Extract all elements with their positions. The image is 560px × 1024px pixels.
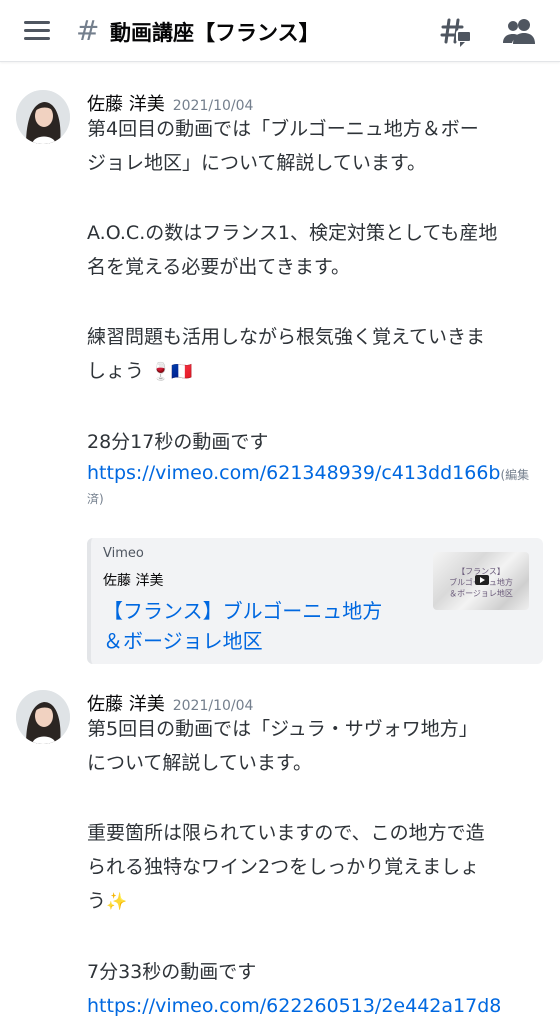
link-embed: Vimeo 佐藤 洋美 【フランス】ブルゴーニュ地方 ＆ボージョレ地区 【フラン…	[87, 538, 543, 664]
message-line: 練習問題も活用しながら根気強く覚えていきま	[87, 326, 486, 348]
message-line: 重要箇所は限られていますので、この地方で造	[87, 822, 485, 844]
france-flag-emoji: 🇫🇷	[171, 362, 193, 382]
message-link-line: https://vimeo.com/622260513/2e442a17d8	[87, 989, 547, 1023]
message-line: 名を覚える必要が出てきます。	[87, 256, 350, 278]
message-content: 第4回目の動画では「ブルゴーニュ地方＆ボー ジョレ地区」について解説しています。…	[87, 112, 547, 507]
embed-title[interactable]: 【フランス】ブルゴーニュ地方 ＆ボージョレ地区	[103, 596, 423, 656]
members-icon[interactable]	[502, 16, 536, 46]
embed-title-line[interactable]: 【フランス】ブルゴーニュ地方	[103, 596, 423, 626]
avatar-photo-icon	[16, 690, 70, 744]
edited-label: (編集	[500, 468, 530, 482]
embed-provider[interactable]: Vimeo	[103, 546, 144, 561]
message-line-text: う	[87, 890, 107, 912]
vimeo-link[interactable]: https://vimeo.com/621348939/c413dd166b	[87, 462, 501, 484]
vimeo-link[interactable]: https://vimeo.com/622260513/2e442a17d8	[87, 995, 501, 1017]
wine-glass-emoji: 🍷	[150, 362, 172, 382]
sparkles-emoji: ✨	[106, 892, 128, 912]
hamburger-menu-icon[interactable]	[24, 21, 50, 41]
thumb-text: ＆ボージョレ地区	[449, 589, 513, 598]
channel-header: # 動画講座【フランス】	[0, 0, 560, 62]
message-line: 第4回目の動画では「ブルゴーニュ地方＆ボー	[87, 118, 479, 140]
message-link-line: https://vimeo.com/621348939/c413dd166b(編…	[87, 459, 547, 489]
avatar[interactable]	[16, 90, 70, 144]
edited-label-cont: 済)	[87, 489, 547, 507]
embed-title-line[interactable]: ＆ボージョレ地区	[103, 626, 423, 656]
message-line: について解説しています。	[87, 752, 312, 774]
threads-icon[interactable]	[440, 16, 472, 48]
channel-title: 動画講座【フランス】	[110, 21, 320, 45]
channel-hash-icon: #	[76, 14, 100, 47]
avatar[interactable]	[16, 690, 70, 744]
message-line: A.O.C.の数はフランス1、検定対策としても産地	[87, 222, 498, 244]
message-line: ジョレ地区」について解説しています。	[87, 152, 426, 174]
message-line: しょう 🍷🇫🇷	[87, 354, 547, 389]
message-line: 第5回目の動画では「ジュラ・サヴォワ地方」	[87, 718, 478, 740]
avatar-photo-icon	[16, 90, 70, 144]
play-icon[interactable]	[475, 575, 489, 585]
message-line: られる独特なワイン2つをしっかり覚えましょ	[87, 856, 480, 878]
edited-label-text: 済)	[87, 492, 104, 506]
message-line: 28分17秒の動画です	[87, 431, 269, 453]
message-content: 第5回目の動画では「ジュラ・サヴォワ地方」 について解説しています。 重要箇所は…	[87, 712, 547, 1023]
embed-thumbnail[interactable]: 【フランス】 ブルゴーニュ地方 ＆ボージョレ地区	[433, 552, 529, 610]
message-line-text: しょう	[87, 360, 145, 382]
message-line: 7分33秒の動画です	[87, 961, 257, 983]
embed-author[interactable]: 佐藤 洋美	[103, 570, 163, 590]
message-line: う✨	[87, 884, 547, 919]
message-list[interactable]: 佐藤 洋美 2021/10/04 第4回目の動画では「ブルゴーニュ地方＆ボー ジョ…	[0, 62, 560, 1024]
